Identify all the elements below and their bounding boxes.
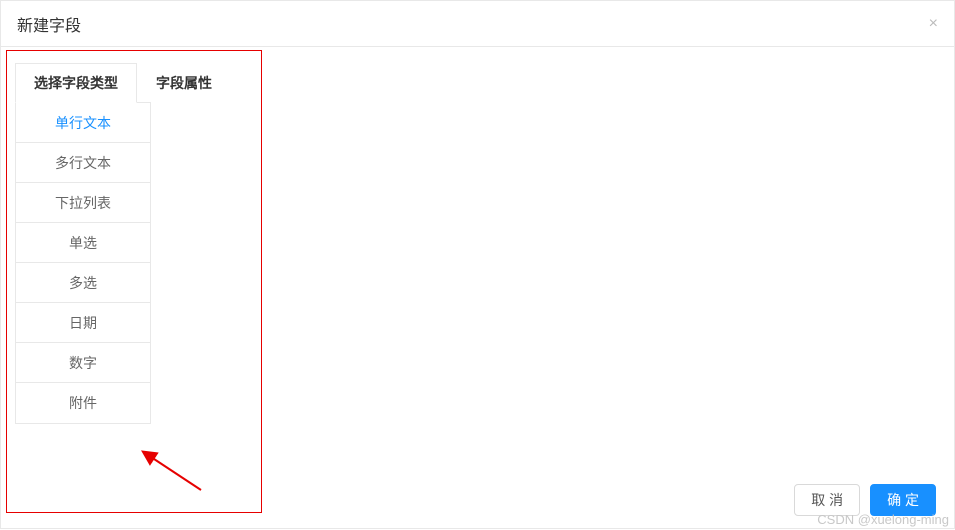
new-field-modal: 新建字段 × 选择字段类型 字段属性 单行文本 多行文本 下拉列表 单选 [0, 0, 955, 529]
close-icon[interactable]: × [929, 16, 938, 32]
button-label: 取 消 [811, 490, 843, 510]
tab-field-properties[interactable]: 字段属性 [137, 63, 231, 103]
modal-body: 选择字段类型 字段属性 单行文本 多行文本 下拉列表 单选 多选 日期 [1, 47, 954, 530]
field-type-number[interactable]: 数字 [16, 343, 150, 383]
annotation-arrow-icon [141, 445, 211, 498]
cancel-button[interactable]: 取 消 [794, 484, 860, 516]
field-type-list: 单行文本 多行文本 下拉列表 单选 多选 日期 数字 附件 [15, 102, 151, 424]
field-type-label: 下拉列表 [55, 193, 111, 213]
field-type-label: 附件 [69, 393, 97, 413]
button-label: 确 定 [887, 490, 919, 510]
field-type-attachment[interactable]: 附件 [16, 383, 150, 423]
field-type-label: 单选 [69, 233, 97, 253]
field-type-label: 多选 [69, 273, 97, 293]
field-type-dropdown[interactable]: 下拉列表 [16, 183, 150, 223]
field-type-radio[interactable]: 单选 [16, 223, 150, 263]
confirm-button[interactable]: 确 定 [870, 484, 936, 516]
field-type-label: 多行文本 [55, 153, 111, 173]
modal-header: 新建字段 × [1, 1, 954, 47]
field-type-label: 数字 [69, 353, 97, 373]
field-type-multi-line-text[interactable]: 多行文本 [16, 143, 150, 183]
modal-footer: 取 消 确 定 [776, 470, 954, 530]
tab-select-field-type[interactable]: 选择字段类型 [15, 63, 137, 103]
field-type-single-line-text[interactable]: 单行文本 [16, 103, 150, 143]
field-type-label: 日期 [69, 313, 97, 333]
tab-label: 选择字段类型 [34, 73, 118, 93]
field-type-label: 单行文本 [55, 113, 111, 133]
field-type-checkbox[interactable]: 多选 [16, 263, 150, 303]
tab-label: 字段属性 [156, 73, 212, 93]
tabs: 选择字段类型 字段属性 [1, 47, 954, 103]
modal-title: 新建字段 [17, 12, 81, 36]
field-type-date[interactable]: 日期 [16, 303, 150, 343]
